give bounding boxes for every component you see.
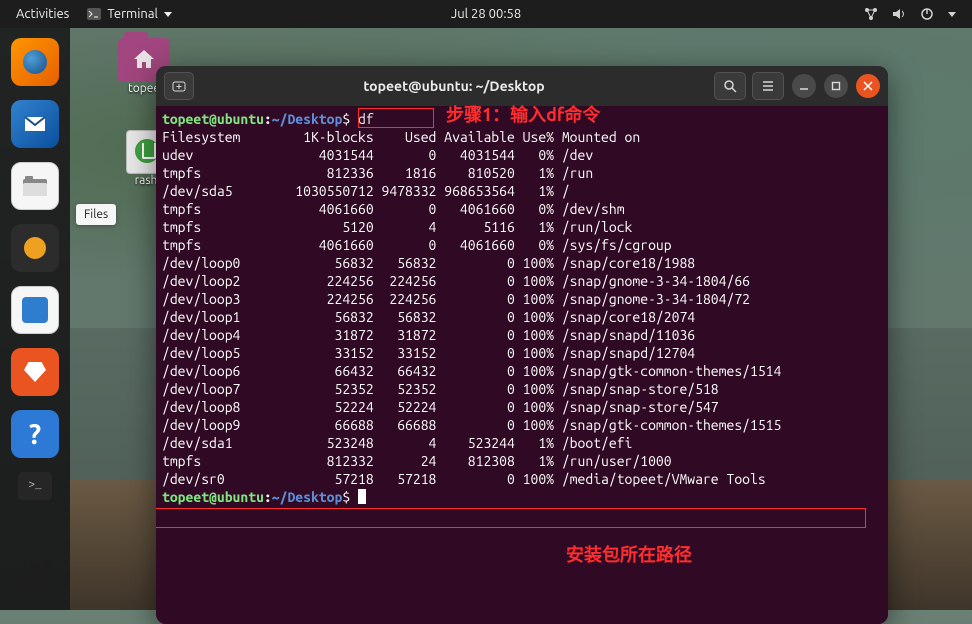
- files-icon: [22, 175, 48, 197]
- terminal-headerbar: topeet@ubuntu: ~/Desktop: [156, 66, 888, 106]
- maximize-icon: [831, 81, 841, 91]
- minimize-icon: [799, 81, 809, 91]
- dock-firefox[interactable]: [11, 38, 59, 86]
- dock-tooltip: Files: [76, 204, 116, 225]
- new-tab-icon: [172, 79, 186, 93]
- dock-ubuntu-software[interactable]: [11, 348, 59, 396]
- dock-help[interactable]: [11, 410, 59, 458]
- menu-button[interactable]: [752, 72, 784, 100]
- terminal-icon: [87, 8, 101, 20]
- activities-button[interactable]: Activities: [6, 7, 79, 21]
- prompt-symbol: $: [342, 111, 350, 127]
- gnome-topbar: Activities Terminal Jul 28 00:58: [0, 0, 972, 28]
- minimize-button[interactable]: [792, 74, 816, 98]
- prompt-path: ~/Desktop: [272, 111, 343, 127]
- app-menu-label: Terminal: [107, 7, 158, 21]
- df-header: Filesystem 1K-blocks Used Available Use%…: [162, 129, 640, 145]
- annotation-path: 安装包所在路径: [566, 546, 692, 564]
- search-button[interactable]: [714, 72, 746, 100]
- dock-libreoffice-writer[interactable]: [11, 286, 59, 334]
- mail-icon: [23, 112, 47, 136]
- dock-terminal[interactable]: [18, 472, 52, 500]
- chevron-down-icon: [164, 12, 172, 17]
- close-button[interactable]: [856, 74, 880, 98]
- network-icon[interactable]: [864, 7, 878, 21]
- clock[interactable]: Jul 28 00:58: [451, 7, 521, 21]
- app-menu-button[interactable]: Terminal: [79, 7, 180, 21]
- trash-label: rash: [135, 174, 158, 187]
- prompt-user: topeet@ubuntu: [162, 111, 264, 127]
- power-icon[interactable]: [920, 7, 934, 21]
- dock-rhythmbox[interactable]: [11, 224, 59, 272]
- volume-icon[interactable]: [892, 7, 906, 21]
- df-rows: udev 4031544 0 4031544 0% /dev tmpfs 812…: [162, 147, 781, 487]
- close-icon: [863, 81, 873, 91]
- home-icon: [134, 50, 154, 68]
- annotation-step1: 步骤1：输入df命令: [446, 106, 600, 124]
- cursor: [358, 489, 366, 504]
- terminal-title: topeet@ubuntu: ~/Desktop: [200, 78, 708, 94]
- hamburger-icon: [761, 79, 775, 93]
- maximize-button[interactable]: [824, 74, 848, 98]
- terminal-window: topeet@ubuntu: ~/Desktop topeet@ubuntu:~…: [156, 66, 888, 624]
- dock-files[interactable]: [11, 162, 59, 210]
- new-tab-button[interactable]: [164, 72, 194, 100]
- chevron-down-icon[interactable]: [948, 12, 956, 17]
- search-icon: [723, 79, 737, 93]
- annotation-box-command: [358, 108, 434, 128]
- dock-thunderbird[interactable]: [11, 100, 59, 148]
- show-applications-button[interactable]: [18, 562, 52, 596]
- terminal-output[interactable]: topeet@ubuntu:~/Desktop$ df Filesystem 1…: [156, 106, 888, 624]
- annotation-box-path: [156, 508, 866, 528]
- dock: [0, 28, 70, 610]
